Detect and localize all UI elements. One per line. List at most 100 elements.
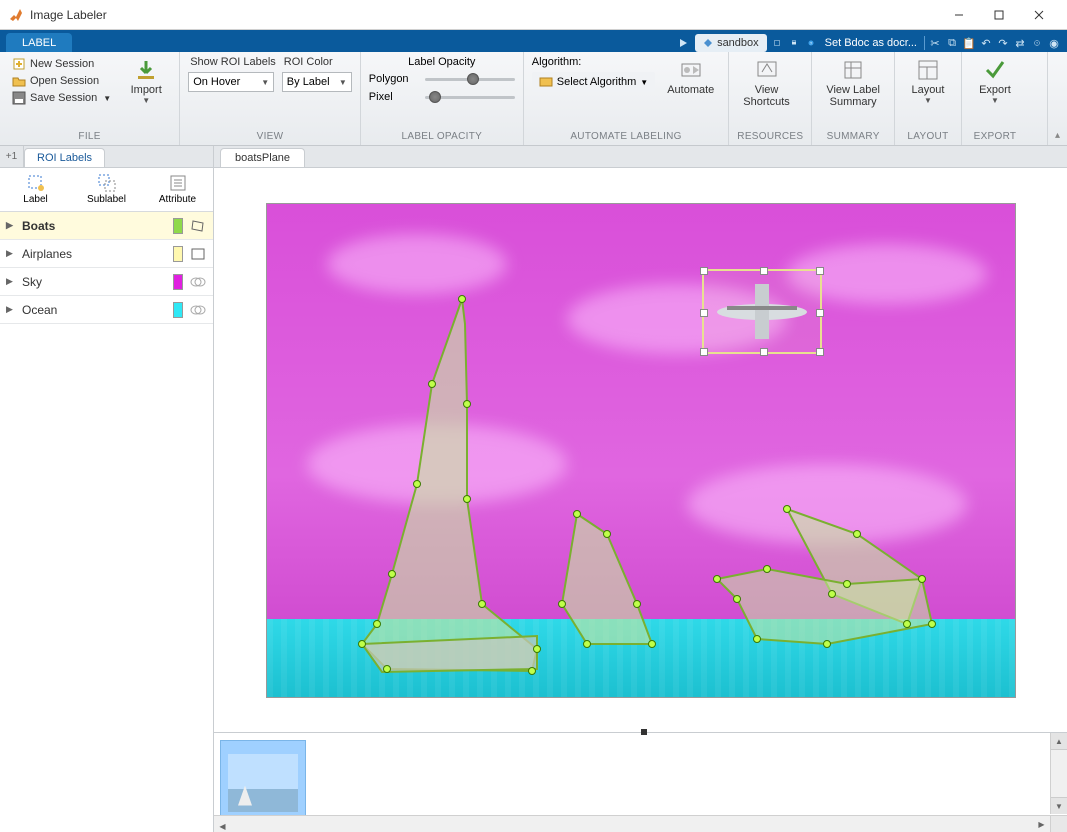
thumb-hscroll[interactable]: ◀▶ (214, 815, 1050, 832)
qa-redo-icon[interactable]: ↷ (996, 36, 1010, 50)
matlab-icon (8, 7, 24, 23)
view-group-label: VIEW (188, 129, 352, 145)
select-algorithm-button[interactable]: Select Algorithm▼ (532, 72, 655, 92)
label-row-airplanes[interactable]: ▶ Airplanes (0, 240, 213, 268)
automate-group-label: AUTOMATE LABELING (532, 129, 721, 145)
qa-copy-icon[interactable]: ⧉ (945, 36, 959, 50)
label-name: Ocean (22, 303, 167, 317)
label-tab[interactable]: LABEL (6, 33, 72, 52)
shape-icon (189, 219, 207, 233)
summary-group-label: SUMMARY (820, 129, 886, 145)
shape-icon (189, 247, 207, 261)
docr-button[interactable]: Set Bdoc as docr... (821, 34, 921, 52)
sandbox-label: sandbox (717, 37, 759, 49)
ribbon-group-automate: Algorithm: Select Algorithm▼ Automate AU… (524, 52, 730, 145)
export-button[interactable]: Export▼ (970, 56, 1020, 107)
new-session-label: New Session (30, 58, 94, 70)
qa-paste-icon[interactable]: 📋 (962, 36, 976, 50)
show-roi-combo[interactable]: On Hover▼ (188, 72, 274, 92)
roi-color-combo[interactable]: By Label▼ (282, 72, 352, 92)
view-summary-button[interactable]: View LabelSummary (820, 56, 886, 110)
save-session-button[interactable]: Save Session▼ (8, 90, 115, 106)
expand-icon[interactable]: ▶ (6, 248, 16, 259)
roi-labels-tab[interactable]: ROI Labels (24, 148, 105, 167)
qa-help-icon[interactable]: ? (804, 36, 818, 50)
open-session-button[interactable]: Open Session (8, 73, 115, 89)
import-button[interactable]: Import ▼ (121, 56, 171, 107)
select-algorithm-label: Select Algorithm (557, 76, 636, 88)
add-attribute-text: Attribute (159, 194, 196, 205)
side-stub[interactable]: +1 (0, 146, 24, 167)
expand-icon[interactable]: ▶ (6, 276, 16, 287)
color-swatch (173, 302, 183, 318)
add-label-button[interactable]: Label (0, 168, 71, 211)
ribbon-group-export: Export▼ EXPORT (962, 52, 1028, 145)
export-group-label: EXPORT (970, 129, 1020, 145)
minimize-button[interactable] (939, 1, 979, 29)
summary-l2: Summary (830, 96, 877, 108)
save-session-label: Save Session (30, 92, 97, 104)
layout-button[interactable]: Layout▼ (903, 56, 953, 107)
color-swatch (173, 218, 183, 234)
label-list: ▶ Boats ▶ Airplanes ▶ Sky ▶ Ocean (0, 212, 213, 832)
label-row-ocean[interactable]: ▶ Ocean (0, 296, 213, 324)
titlebar: Image Labeler (0, 0, 1067, 30)
side-tabs: +1 ROI Labels (0, 146, 213, 168)
image-tab[interactable]: boatsPlane (220, 148, 305, 167)
pixel-opacity-slider[interactable] (425, 90, 515, 104)
shortcuts-l2: Shortcuts (743, 96, 789, 108)
close-button[interactable] (1019, 1, 1059, 29)
qa-undo-icon[interactable]: ↶ (979, 36, 993, 50)
new-session-button[interactable]: New Session (8, 56, 115, 72)
show-roi-label: Show ROI Labels (188, 56, 276, 68)
view-shortcuts-button[interactable]: ViewShortcuts (737, 56, 795, 110)
expand-icon[interactable]: ▶ (6, 220, 16, 231)
ribbon-group-file: New Session Open Session Save Session▼ I… (0, 52, 180, 145)
open-session-label: Open Session (30, 75, 99, 87)
ribbon: New Session Open Session Save Session▼ I… (0, 52, 1067, 146)
side-toolbar: Label Sublabel Attribute (0, 168, 213, 212)
ribbon-collapse-button[interactable]: ▴ (1047, 52, 1067, 145)
layout-label: Layout (911, 84, 944, 96)
opacity-title: Label Opacity (369, 56, 515, 68)
layout-group-label: LAYOUT (903, 129, 953, 145)
show-roi-value: On Hover (193, 76, 240, 88)
window-title: Image Labeler (30, 8, 939, 22)
thumb-marker (641, 729, 647, 735)
add-sublabel-button[interactable]: Sublabel (71, 168, 142, 211)
add-attribute-button[interactable]: Attribute (142, 168, 213, 211)
side-panel: +1 ROI Labels Label Sublabel Attribute ▶… (0, 146, 214, 832)
image-canvas[interactable] (266, 203, 1016, 698)
label-name: Sky (22, 275, 167, 289)
color-swatch (173, 246, 183, 262)
add-label-text: Label (23, 194, 47, 205)
file-group-label: FILE (8, 129, 171, 145)
qa-save-icon[interactable] (770, 36, 784, 50)
canvas-tabs: boatsPlane (214, 146, 1067, 168)
qa-help2-icon[interactable]: ? (1030, 36, 1044, 50)
sandbox-field[interactable]: sandbox (695, 34, 767, 52)
airplane-shape (707, 274, 817, 349)
algorithm-label: Algorithm: (532, 56, 655, 68)
maximize-button[interactable] (979, 1, 1019, 29)
label-row-boats[interactable]: ▶ Boats (0, 212, 213, 240)
automate-button[interactable]: Automate (661, 56, 720, 98)
quick-access: sandbox ? Set Bdoc as docr... ✂ ⧉ 📋 ↶ ↷ … (674, 34, 1067, 52)
expand-icon[interactable]: ▶ (6, 304, 16, 315)
label-row-sky[interactable]: ▶ Sky (0, 268, 213, 296)
ribbon-group-layout: Layout▼ LAYOUT (895, 52, 962, 145)
label-name: Airplanes (22, 247, 167, 261)
pixel-opacity-label: Pixel (369, 91, 417, 103)
docr-label: Set Bdoc as docr... (825, 37, 917, 49)
label-name: Boats (22, 219, 167, 233)
qa-play-icon[interactable] (674, 34, 692, 52)
qa-switch-icon[interactable]: ⇄ (1013, 36, 1027, 50)
app-tabstrip: LABEL sandbox ? Set Bdoc as docr... ✂ ⧉ … (0, 30, 1067, 52)
qa-cut-icon[interactable]: ✂ (928, 36, 942, 50)
polygon-opacity-slider[interactable] (425, 72, 515, 86)
export-label: Export (979, 84, 1011, 96)
thumb-vscroll[interactable]: ▲▼ (1050, 733, 1067, 814)
qa-print-icon[interactable] (787, 36, 801, 50)
qa-more-icon[interactable]: ◉ (1047, 36, 1061, 50)
image-thumbnail[interactable] (220, 740, 306, 826)
